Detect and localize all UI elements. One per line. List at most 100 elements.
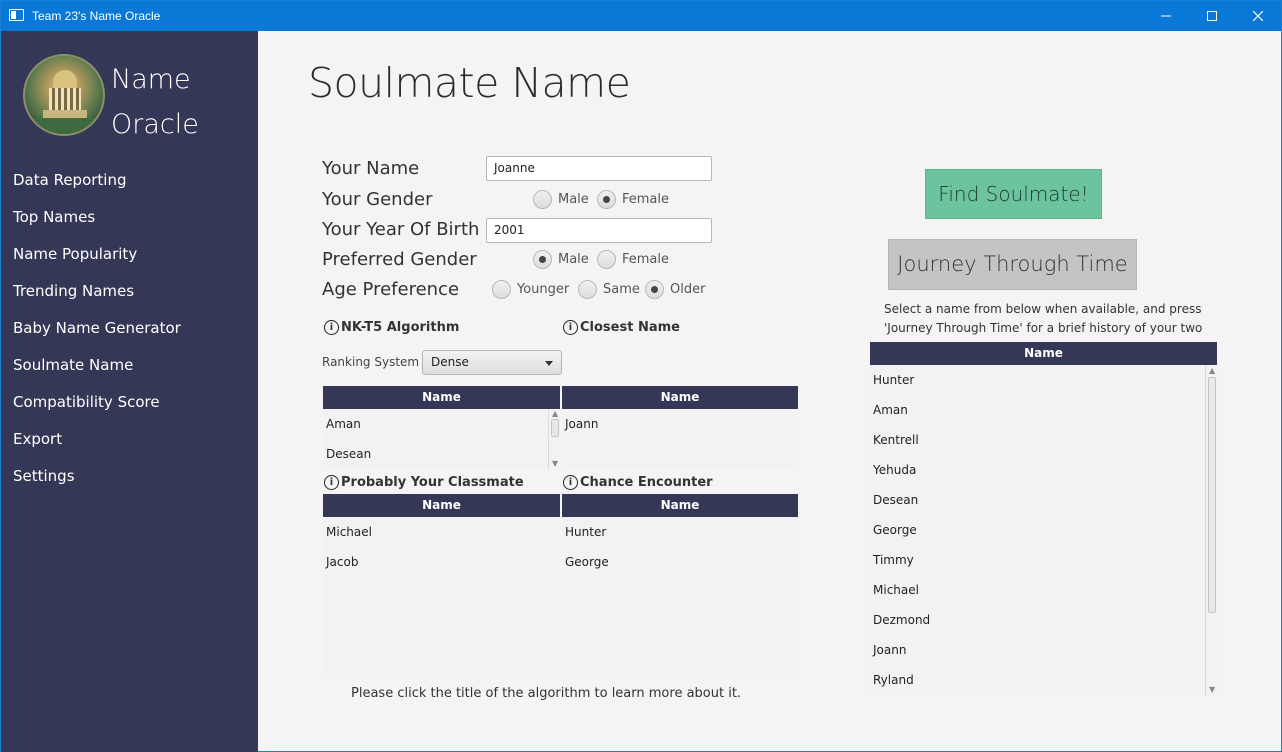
closest-name-table: Name Joann [562, 386, 798, 469]
table-row[interactable]: Michael [323, 517, 560, 547]
your-gender-female-radio[interactable]: Female [597, 190, 669, 209]
app-name-line1: Name [111, 64, 191, 95]
chance-encounter-table: Name Hunter George [562, 494, 798, 674]
algo-title-text: Chance Encounter [580, 475, 713, 490]
sidebar-item-data-reporting[interactable]: Data Reporting [1, 168, 258, 205]
your-gender-male-radio[interactable]: Male [533, 190, 589, 209]
results-table: Name Hunter Aman Kentrell Yehuda Desean … [870, 342, 1217, 696]
sidebar-item-compatibility-score[interactable]: Compatibility Score [1, 390, 258, 427]
closest-name-title[interactable]: i Closest Name [563, 320, 680, 335]
table-row[interactable]: Ryland [870, 665, 1217, 695]
algo-title-text: Probably Your Classmate [341, 475, 524, 490]
radio-circle [578, 280, 597, 299]
sidebar-item-top-names[interactable]: Top Names [1, 205, 258, 242]
sidebar-item-settings[interactable]: Settings [1, 464, 258, 501]
info-icon: i [324, 475, 339, 490]
radio-label: Same [603, 282, 640, 297]
table-row[interactable]: Desean [323, 439, 560, 469]
maximize-button[interactable] [1189, 1, 1235, 31]
radio-label: Male [558, 192, 589, 207]
app-window: Team 23's Name Oracle Name Oracle Data R… [0, 0, 1282, 752]
your-name-input[interactable]: Joanne [486, 156, 712, 181]
chevron-down-icon [545, 361, 553, 366]
page-title: Soulmate Name [308, 59, 631, 107]
table-row[interactable]: George [870, 515, 1217, 545]
table-row[interactable]: Timmy [870, 545, 1217, 575]
sidebar-item-name-popularity[interactable]: Name Popularity [1, 242, 258, 279]
table-row[interactable]: Hunter [562, 517, 798, 547]
ranking-system-select[interactable]: Dense [422, 350, 562, 375]
radio-circle [597, 250, 616, 269]
table-row[interactable]: Dezmond [870, 605, 1217, 635]
classmate-table: Name Michael Jacob [323, 494, 560, 674]
table-scrollbar[interactable]: ▲ ▼ [548, 409, 560, 469]
radio-circle-selected [533, 250, 552, 269]
radio-label: Female [622, 192, 670, 207]
scroll-up-icon[interactable]: ▲ [1209, 367, 1215, 375]
table-header: Name [323, 494, 560, 517]
scroll-down-icon[interactable]: ▼ [1209, 686, 1215, 694]
sidebar: Name Oracle Data Reporting Top Names Nam… [1, 31, 258, 752]
radio-label: Female [622, 252, 670, 267]
sidebar-item-export[interactable]: Export [1, 427, 258, 464]
find-soulmate-button[interactable]: Find Soulmate! [925, 169, 1102, 219]
scroll-thumb[interactable] [1208, 377, 1216, 613]
radio-circle [533, 190, 552, 209]
table-row[interactable]: Kentrell [870, 425, 1217, 455]
sidebar-item-soulmate-name[interactable]: Soulmate Name [1, 353, 258, 390]
table-row[interactable]: George [562, 547, 798, 577]
info-icon: i [563, 320, 578, 335]
journey-through-time-button[interactable]: Journey Through Time [888, 239, 1137, 290]
classmate-algorithm-title[interactable]: i Probably Your Classmate [324, 475, 524, 490]
sidebar-item-trending-names[interactable]: Trending Names [1, 279, 258, 316]
main-content: Soulmate Name Your Name Joanne Your Gend… [258, 31, 1282, 752]
radio-label: Older [670, 282, 706, 297]
table-row[interactable]: Yehuda [870, 455, 1217, 485]
table-header: Name [870, 342, 1217, 365]
chance-encounter-title[interactable]: i Chance Encounter [563, 475, 713, 490]
your-gender-label: Your Gender [322, 189, 433, 210]
table-row[interactable]: Joann [870, 635, 1217, 665]
radio-label: Male [558, 252, 589, 267]
nkt5-algorithm-title[interactable]: i NK-T5 Algorithm [324, 320, 459, 335]
table-row[interactable]: Jacob [323, 547, 560, 577]
your-name-label: Your Name [322, 158, 420, 179]
table-header: Name [562, 386, 798, 409]
table-header: Name [323, 386, 560, 409]
algo-title-text: NK-T5 Algorithm [341, 320, 460, 335]
table-row[interactable]: Aman [870, 395, 1217, 425]
scroll-up-icon[interactable]: ▲ [552, 410, 558, 418]
algo-title-text: Closest Name [580, 320, 680, 335]
table-row[interactable]: Aman [323, 409, 560, 439]
table-row[interactable]: Desean [870, 485, 1217, 515]
algorithm-footer-note: Please click the title of the algorithm … [351, 686, 742, 701]
title-bar: Team 23's Name Oracle [1, 1, 1281, 31]
table-row[interactable]: Hunter [870, 365, 1217, 395]
year-of-birth-label: Your Year Of Birth [322, 219, 480, 240]
logo-image [23, 54, 105, 136]
close-button[interactable] [1235, 1, 1281, 31]
age-preference-label: Age Preference [322, 279, 460, 300]
maximize-icon [1207, 11, 1217, 21]
table-header: Name [562, 494, 798, 517]
minimize-button[interactable] [1143, 1, 1189, 31]
app-name: Name Oracle [111, 57, 199, 147]
age-pref-same-radio[interactable]: Same [578, 280, 640, 299]
scroll-thumb[interactable] [551, 419, 559, 437]
year-of-birth-input[interactable]: 2001 [486, 218, 712, 243]
age-pref-older-radio[interactable]: Older [645, 280, 705, 299]
ranking-system-label: Ranking System [322, 355, 420, 369]
results-scrollbar[interactable]: ▲ ▼ [1205, 365, 1217, 696]
scroll-down-icon[interactable]: ▼ [552, 460, 558, 468]
age-pref-younger-radio[interactable]: Younger [492, 280, 569, 299]
radio-circle-selected [645, 280, 664, 299]
preferred-gender-male-radio[interactable]: Male [533, 250, 589, 269]
preferred-gender-female-radio[interactable]: Female [597, 250, 669, 269]
table-row[interactable]: Michael [870, 575, 1217, 605]
sidebar-item-baby-name-generator[interactable]: Baby Name Generator [1, 316, 258, 353]
app-icon [9, 9, 24, 21]
table-row[interactable]: Joann [562, 409, 798, 439]
radio-circle [492, 280, 511, 299]
minimize-icon [1161, 15, 1171, 17]
info-icon: i [324, 320, 339, 335]
